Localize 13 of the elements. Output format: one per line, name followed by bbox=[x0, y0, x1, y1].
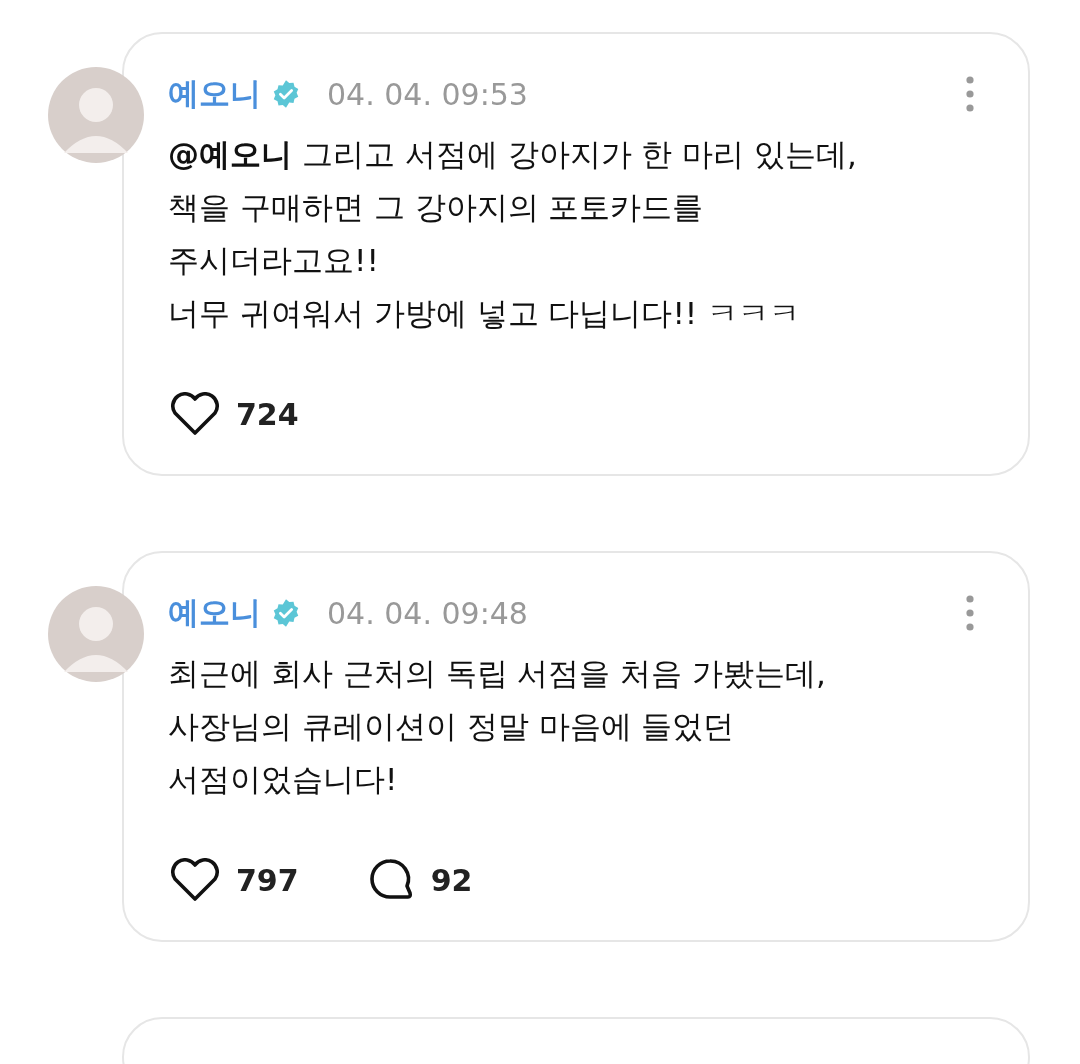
post-time: 04. 04. 09:48 bbox=[327, 595, 528, 631]
post-text: @예오니 그리고 서점에 강아지가 한 마리 있는데, 책을 구매하면 그 강아지의 포토카드를 주시더라고요!! 너무 귀여워서 가방에 넣고 다닙니다!! ㅋㅋㅋ bbox=[168, 135, 858, 333]
more-options-icon[interactable] bbox=[966, 76, 974, 112]
heart-icon[interactable] bbox=[168, 392, 222, 436]
post-time: 04. 04. 09:53 bbox=[327, 76, 528, 112]
like-count: 797 bbox=[236, 862, 299, 898]
like-count: 724 bbox=[236, 396, 299, 432]
more-options-icon[interactable] bbox=[966, 595, 974, 631]
comment-count: 92 bbox=[430, 862, 473, 898]
heart-icon[interactable] bbox=[168, 858, 222, 902]
post-text: 최근에 회사 근처의 독립 서점을 처음 가봤는데, 사장님의 큐레이션이 정말 마음에 들었던 서점이었습니다! bbox=[168, 654, 827, 799]
author-name[interactable]: 예오니 bbox=[168, 592, 261, 634]
author-name[interactable]: 예오니 bbox=[168, 73, 261, 115]
